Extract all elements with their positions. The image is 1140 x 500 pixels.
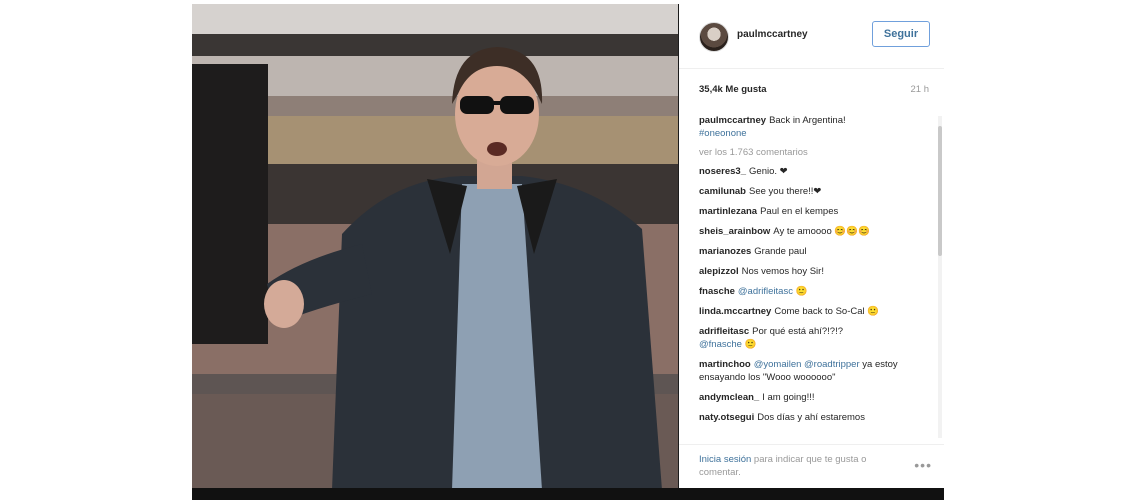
- comment-username[interactable]: camilunab: [699, 186, 746, 197]
- comment-username[interactable]: fnasche: [699, 286, 735, 297]
- photo-illustration: [192, 4, 678, 490]
- comment-username[interactable]: martinlezana: [699, 206, 757, 217]
- mention-link[interactable]: @adrifleitasc: [738, 286, 793, 297]
- comment-item: linda.mccartney Come back to So-Cal 🙂: [699, 305, 931, 318]
- post-photo[interactable]: [192, 4, 678, 490]
- comment-text: Nos vemos hoy Sir!: [741, 266, 824, 277]
- comment-text: 🙂: [744, 339, 757, 350]
- comment-username[interactable]: noseres3_: [699, 166, 746, 177]
- comment-item: fnasche @adrifleitasc 🙂: [699, 285, 931, 298]
- comment-username[interactable]: linda.mccartney: [699, 306, 771, 317]
- post-footer: Inicia sesión para indicar que te gusta …: [679, 444, 944, 490]
- avatar[interactable]: [699, 22, 729, 52]
- comment-text: Come back to So-Cal 🙂: [774, 306, 880, 317]
- comment-item: noseres3_ Genio. ❤: [699, 165, 931, 178]
- post-side-panel: paulmccartney Seguir 35,4k Me gusta 21 h…: [679, 4, 944, 490]
- comment-text: Back in Argentina!: [769, 115, 846, 126]
- comment-text: Ay te amoooo 😊😊😊: [773, 226, 870, 237]
- comment-text: Dos días y ahí estaremos: [757, 412, 865, 423]
- comment-item: martinchoo @yomailen @roadtripper ya esto…: [699, 358, 931, 384]
- page-margin-right: [944, 0, 1140, 500]
- login-prompt: Inicia sesión para indicar que te gusta …: [699, 453, 904, 479]
- comment-username[interactable]: paulmccartney: [699, 115, 766, 126]
- login-link[interactable]: Inicia sesión: [699, 454, 751, 465]
- comment-username[interactable]: sheis_arainbow: [699, 226, 770, 237]
- more-options-icon[interactable]: •••: [914, 457, 932, 473]
- post-modal: paulmccartney Seguir 35,4k Me gusta 21 h…: [192, 4, 944, 490]
- likes-row: 35,4k Me gusta 21 h: [699, 84, 929, 100]
- comment-text: Por qué está ahí?!?!?: [752, 326, 844, 337]
- post-timestamp[interactable]: 21 h: [911, 84, 930, 95]
- view-all-comments-link[interactable]: ver los 1.763 comentarios: [699, 147, 931, 158]
- comment-text: Genio. ❤: [749, 166, 788, 177]
- hashtag-link[interactable]: #oneonone: [699, 128, 747, 139]
- post-username[interactable]: paulmccartney: [737, 29, 808, 40]
- bottom-strip: [192, 488, 944, 500]
- scrollbar-thumb[interactable]: [938, 126, 942, 256]
- comment-username[interactable]: adrifleitasc: [699, 326, 749, 337]
- comment-text: Grande paul: [754, 246, 807, 257]
- caption: paulmccartney Back in Argentina! #oneonon…: [699, 114, 931, 140]
- page-margin-left: [0, 0, 192, 500]
- comment-item: alepizzol Nos vemos hoy Sir!: [699, 265, 931, 278]
- comment-item: andymclean_ I am going!!!: [699, 391, 931, 404]
- comment-username[interactable]: martinchoo: [699, 359, 751, 370]
- comment-item: camilunab See you there!!❤: [699, 185, 931, 198]
- comment-item: marianozes Grande paul: [699, 245, 931, 258]
- comment-username[interactable]: marianozes: [699, 246, 751, 257]
- follow-button[interactable]: Seguir: [872, 21, 930, 47]
- comment-item: martinlezana Paul en el kempes: [699, 205, 931, 218]
- comment-text: I am going!!!: [762, 392, 815, 403]
- comment-text: Paul en el kempes: [760, 206, 839, 217]
- comment-item: adrifleitasc Por qué está ahí?!?!? @fnasch…: [699, 325, 931, 351]
- comments-scrollbar[interactable]: [938, 116, 942, 438]
- mention-link[interactable]: @yomailen @roadtripper: [754, 359, 860, 370]
- comment-item: sheis_arainbow Ay te amoooo 😊😊😊: [699, 225, 931, 238]
- comment-text: See you there!!❤: [749, 186, 822, 197]
- mention-link[interactable]: @fnasche: [699, 339, 742, 350]
- comment-username[interactable]: andymclean_: [699, 392, 759, 403]
- comment-text: 🙂: [795, 286, 808, 297]
- post-header: paulmccartney Seguir: [679, 4, 944, 69]
- likes-count[interactable]: 35,4k Me gusta: [699, 84, 767, 95]
- comment-username[interactable]: alepizzol: [699, 266, 739, 277]
- comments-list: paulmccartney Back in Argentina! #oneonon…: [699, 114, 931, 440]
- comment-username[interactable]: naty.otsegui: [699, 412, 754, 423]
- comment-item: naty.otsegui Dos días y ahí estaremos: [699, 411, 931, 424]
